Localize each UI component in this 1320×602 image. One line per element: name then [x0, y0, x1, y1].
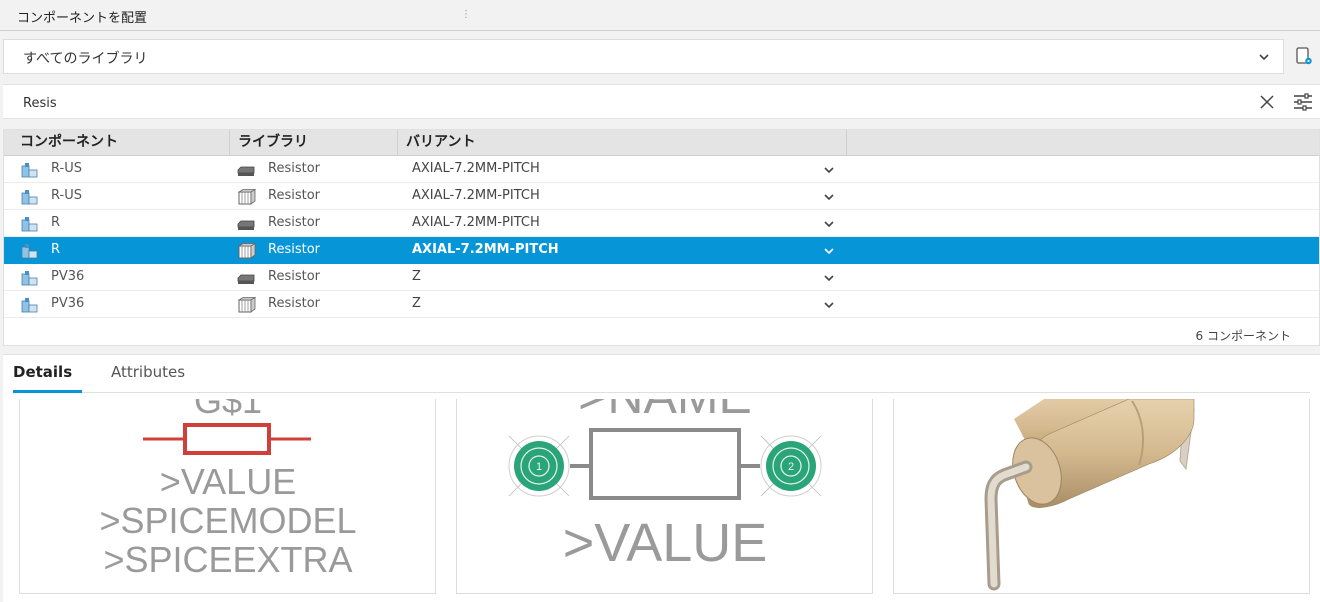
library-name: Resistor	[268, 242, 320, 257]
pad-2: 2	[760, 435, 822, 497]
column-header-variant[interactable]: バリアント	[398, 130, 847, 155]
svg-text:1: 1	[536, 461, 542, 473]
component-icon	[21, 244, 38, 259]
package-3d-icon	[237, 297, 256, 313]
chevron-down-icon	[1259, 54, 1269, 61]
pad-1: 1	[508, 435, 570, 497]
table-row[interactable]: R-US Resistor AXIAL-7.2MM-PITCH	[4, 156, 1319, 183]
variant-name[interactable]: AXIAL-7.2MM-PITCH	[412, 161, 540, 176]
component-name: PV36	[51, 269, 85, 284]
schematic-name-label: G$1	[194, 399, 262, 421]
table-row[interactable]: R Resistor AXIAL-7.2MM-PITCH	[4, 210, 1319, 237]
variant-name[interactable]: AXIAL-7.2MM-PITCH	[412, 242, 559, 257]
package-3d-icon	[237, 189, 256, 205]
3d-model-preview[interactable]	[893, 399, 1310, 594]
footprint-preview[interactable]: >NAME 1 2 >VALUE	[456, 399, 873, 594]
component-icon	[21, 298, 38, 313]
schematic-spicemodel-label: >SPICEMODEL	[99, 500, 356, 541]
table-header: コンポーネント ライブラリ バリアント	[4, 130, 1319, 156]
variant-chevron-down-icon[interactable]	[822, 163, 836, 177]
variant-chevron-down-icon[interactable]	[822, 271, 836, 285]
column-header-library[interactable]: ライブラリ	[230, 130, 398, 155]
variant-name[interactable]: Z	[412, 269, 421, 284]
library-name: Resistor	[268, 296, 320, 311]
variant-chevron-down-icon[interactable]	[822, 244, 836, 258]
footprint-body-outline	[589, 428, 741, 500]
library-select[interactable]: すべてのライブラリ	[3, 39, 1284, 74]
footprint-value-label: >VALUE	[563, 513, 768, 573]
variant-name[interactable]: AXIAL-7.2MM-PITCH	[412, 215, 540, 230]
3d-resistor-model	[984, 399, 1195, 591]
component-icon	[21, 271, 38, 286]
component-name: R-US	[51, 161, 82, 176]
clear-search-icon[interactable]	[1258, 93, 1276, 111]
component-icon	[21, 217, 38, 232]
schematic-spiceextra-label: >SPICEEXTRA	[103, 539, 352, 580]
package-smd-icon	[237, 274, 255, 284]
column-header-component[interactable]: コンポーネント	[4, 130, 230, 155]
variant-chevron-down-icon[interactable]	[822, 298, 836, 312]
table-row[interactable]: R-US Resistor AXIAL-7.2MM-PITCH	[4, 183, 1319, 210]
details-panel: Details Attributes G$1 >VALUE >SPICEMODE…	[3, 354, 1320, 602]
search-bar	[3, 84, 1320, 119]
library-name: Resistor	[268, 215, 320, 230]
table-row[interactable]: PV36 Resistor Z	[4, 291, 1319, 318]
schematic-value-label: >VALUE	[160, 461, 296, 502]
library-name: Resistor	[268, 269, 320, 284]
active-tab-indicator	[13, 390, 82, 393]
package-smd-icon	[237, 166, 255, 176]
table-row[interactable]: PV36 Resistor Z	[4, 264, 1319, 291]
variant-name[interactable]: Z	[412, 296, 421, 311]
svg-text:2: 2	[788, 461, 794, 473]
tab-details[interactable]: Details	[13, 363, 72, 381]
component-name: R	[51, 242, 61, 257]
tab-attributes[interactable]: Attributes	[111, 363, 185, 381]
component-name: R	[51, 215, 61, 230]
search-input[interactable]	[21, 92, 1225, 114]
component-name: R-US	[51, 188, 82, 203]
package-smd-icon	[237, 220, 255, 230]
window-title: コンポーネントを配置	[17, 11, 148, 26]
component-table: コンポーネント ライブラリ バリアント R-US Resistor AXIAL-7.…	[3, 129, 1320, 346]
drag-grip-icon[interactable]: ⋮	[461, 9, 471, 20]
schematic-preview[interactable]: G$1 >VALUE >SPICEMODEL >SPICEEXTRA	[19, 399, 436, 594]
footprint-name-label: >NAME	[578, 399, 752, 424]
library-name: Resistor	[268, 161, 320, 176]
resistor-body	[183, 423, 271, 455]
library-name: Resistor	[268, 188, 320, 203]
component-icon	[21, 163, 38, 178]
variant-chevron-down-icon[interactable]	[822, 190, 836, 204]
library-settings-icon[interactable]	[1294, 46, 1314, 66]
variant-chevron-down-icon[interactable]	[822, 217, 836, 231]
title-bar: コンポーネントを配置 ⋮	[0, 0, 1320, 31]
library-select-value: すべてのライブラリ	[23, 51, 148, 67]
component-icon	[21, 190, 38, 205]
table-row[interactable]: R Resistor AXIAL-7.2MM-PITCH	[4, 237, 1319, 264]
tab-divider	[13, 392, 1310, 393]
variant-name[interactable]: AXIAL-7.2MM-PITCH	[412, 188, 540, 203]
component-count: 6 コンポーネント	[1195, 329, 1291, 343]
footprint-drawing: >NAME 1 2 >VALUE	[508, 399, 822, 573]
schematic-symbol: G$1 >VALUE >SPICEMODEL >SPICEEXTRA	[99, 399, 356, 580]
package-3d-icon	[237, 243, 256, 259]
filter-settings-icon[interactable]	[1292, 92, 1314, 112]
component-name: PV36	[51, 296, 85, 311]
